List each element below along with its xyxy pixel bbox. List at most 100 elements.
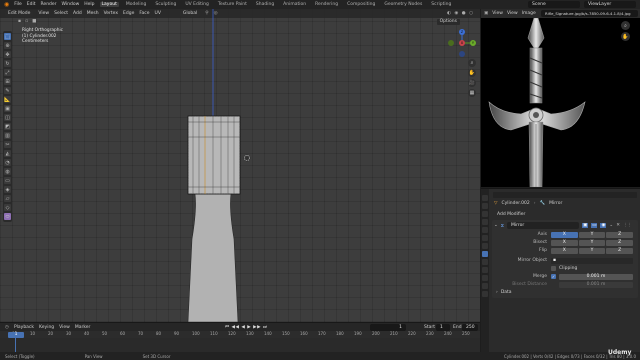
menu-help[interactable]: Help — [84, 2, 94, 7]
tab-tool-icon[interactable] — [482, 195, 488, 201]
end-frame-field[interactable]: 250 — [462, 323, 478, 331]
delete-modifier-icon[interactable]: ✕ — [616, 223, 620, 228]
image-zoom-icon[interactable]: ⌕ — [621, 21, 630, 30]
mirror-modifier-icon: ⧖ — [500, 223, 504, 229]
workspace-tab-animation[interactable]: Animation — [281, 2, 308, 7]
image-editor[interactable]: ▣ View View Image Rifle_Signature.jpg/b/… — [481, 9, 640, 187]
tab-object-icon[interactable] — [482, 243, 488, 249]
tab-view-layer-icon[interactable] — [482, 219, 488, 225]
camera-view-icon[interactable]: 🎥 — [468, 79, 476, 87]
clipping-checkbox[interactable] — [551, 266, 556, 271]
edit-mode-toggle-icon[interactable]: ▣ — [581, 223, 589, 228]
3d-viewport[interactable]: Edit Mode View Select Add Mesh Vertex Ed… — [0, 9, 480, 322]
bisect-distance-field[interactable]: 0.001 m — [559, 281, 633, 288]
breadcrumb-separator: › — [533, 201, 536, 206]
tab-scene-icon[interactable] — [482, 227, 488, 233]
bisect-z-toggle[interactable]: Z — [606, 239, 634, 246]
tab-render-icon[interactable] — [482, 203, 488, 209]
timeline-menu-playback[interactable]: Playback — [14, 325, 34, 330]
playback-controls[interactable]: ⏮ ◀◀ ◀ ▶ ▶▶ ⏭ — [225, 324, 268, 330]
properties-search[interactable] — [493, 192, 637, 198]
menu-render[interactable]: Render — [41, 2, 57, 7]
show-viewport-toggle-icon[interactable]: ▭ — [591, 223, 598, 228]
playhead-frame-indicator[interactable]: 1 — [8, 332, 24, 338]
workspace-tab-shading[interactable]: Shading — [254, 2, 276, 7]
image-menu-view-1[interactable]: View — [492, 11, 503, 16]
timeline-menu-keying[interactable]: Keying — [39, 325, 54, 330]
bisect-y-toggle[interactable]: Y — [578, 239, 606, 246]
timeline-ruler[interactable]: 0102030405060708090100110120130140150160… — [0, 331, 480, 338]
scene-selector[interactable]: Scene — [528, 1, 580, 8]
render-toggle-icon[interactable]: ◉ — [600, 223, 607, 228]
gizmo-neg-y-icon[interactable] — [448, 40, 454, 46]
tab-output-icon[interactable] — [482, 211, 488, 217]
blender-logo-icon[interactable]: ◉ — [4, 1, 9, 8]
view-layer-selector[interactable]: ViewLayer — [584, 1, 636, 8]
drag-handle-icon[interactable]: ⋮⋮ — [623, 223, 632, 228]
data-subpanel-header[interactable]: › Data — [496, 290, 512, 295]
workspace-tab-layout[interactable]: Layout — [99, 2, 119, 7]
merge-distance-field[interactable]: 0.001 m — [559, 273, 633, 280]
workspace-tab-texture-paint[interactable]: Texture Paint — [216, 2, 249, 7]
wrench-icon: 🔧 — [539, 201, 546, 206]
bisect-distance-label: Bisect Distance — [512, 282, 547, 287]
workspace-tab-rendering[interactable]: Rendering — [313, 2, 340, 7]
flip-z-toggle[interactable]: Z — [606, 247, 634, 254]
menu-window[interactable]: Window — [62, 2, 80, 7]
workspace-tab-sculpting[interactable]: Sculpting — [153, 2, 178, 7]
gizmo-neg-z-icon[interactable] — [459, 51, 465, 57]
image-pan-icon[interactable]: ✋ — [621, 32, 630, 41]
flip-y-toggle[interactable]: Y — [578, 247, 606, 254]
grid-ortho-icon[interactable]: ▦ — [468, 89, 476, 97]
image-editor-type-icon[interactable]: ▣ — [484, 11, 488, 16]
tab-material-icon[interactable] — [482, 291, 488, 297]
tab-constraints-icon[interactable] — [482, 275, 488, 281]
workspace-tab-compositing[interactable]: Compositing — [345, 2, 377, 7]
workspace-tab-geometry-nodes[interactable]: Geometry Nodes — [382, 2, 424, 7]
start-frame-field[interactable]: 1 — [436, 323, 450, 331]
collapse-chevron-icon[interactable]: ⌄ — [494, 223, 498, 228]
menu-edit[interactable]: Edit — [27, 2, 36, 7]
tab-modifiers-icon[interactable] — [482, 251, 488, 257]
merge-checkbox[interactable]: ✓ — [551, 274, 556, 279]
timeline-menu-marker[interactable]: Marker — [75, 325, 91, 330]
bisect-x-toggle[interactable]: X — [551, 239, 578, 246]
axis-z-toggle[interactable]: Z — [606, 231, 634, 238]
3d-cursor-icon — [243, 154, 251, 162]
workspace-tab-modeling[interactable]: Modeling — [124, 2, 148, 7]
tab-particles-icon[interactable] — [482, 259, 488, 265]
modifier-name-field[interactable]: Mirror — [506, 222, 579, 229]
breadcrumb-object: Cylinder.002 — [501, 201, 530, 206]
mirror-object-field[interactable]: ▪ — [551, 257, 633, 264]
image-file-selector[interactable]: Rifle_Signature.jpg/b/s-7850-09-6-4.1.8/… — [541, 10, 638, 17]
workspace-tab-scripting[interactable]: Scripting — [429, 2, 453, 7]
tab-physics-icon[interactable] — [482, 267, 488, 273]
flip-x-toggle[interactable]: X — [551, 247, 578, 254]
timeline-menu-view[interactable]: View — [59, 325, 70, 330]
zoom-icon[interactable]: ⌕ — [468, 59, 476, 67]
gizmo-y-icon[interactable]: Y — [470, 40, 476, 46]
gizmo-z-icon[interactable]: Z — [459, 29, 465, 35]
axis-y-toggle[interactable]: Y — [578, 231, 606, 238]
workspace-tab-uv-editing[interactable]: UV Editing — [183, 2, 210, 7]
tab-data-icon[interactable] — [482, 283, 488, 289]
image-menu-image[interactable]: Image — [522, 11, 536, 16]
bisect-distance-row: Bisect Distance 0.001 m — [493, 281, 637, 288]
add-modifier-row: Add Modifier — [494, 212, 528, 217]
image-menu-view-2[interactable]: View — [507, 11, 518, 16]
axis-x-toggle[interactable]: X — [551, 231, 578, 238]
status-hint-cursor: Set 3D Cursor — [142, 353, 171, 359]
current-frame-field[interactable]: 1 — [370, 323, 406, 331]
merge-label: Merge — [532, 274, 547, 279]
timeline-editor-type-icon[interactable]: ◷ — [5, 325, 9, 330]
tab-world-icon[interactable] — [482, 235, 488, 241]
pan-hand-icon[interactable]: ✋ — [468, 69, 476, 77]
bisect-row: Bisect X Y Z — [493, 239, 637, 246]
timeline-tick-label: 240 — [444, 331, 452, 336]
modifier-dropdown-icon[interactable]: ⌄ — [609, 223, 613, 228]
menu-file[interactable]: File — [14, 2, 22, 7]
gizmo-x-icon[interactable]: X — [459, 40, 465, 46]
timeline-header: ◷ Playback Keying View Marker ⏮ ◀◀ ◀ ▶ ▶… — [0, 323, 480, 331]
navigation-gizmo[interactable]: Z Y X — [448, 29, 476, 57]
add-modifier-button[interactable]: Add Modifier — [494, 212, 528, 217]
